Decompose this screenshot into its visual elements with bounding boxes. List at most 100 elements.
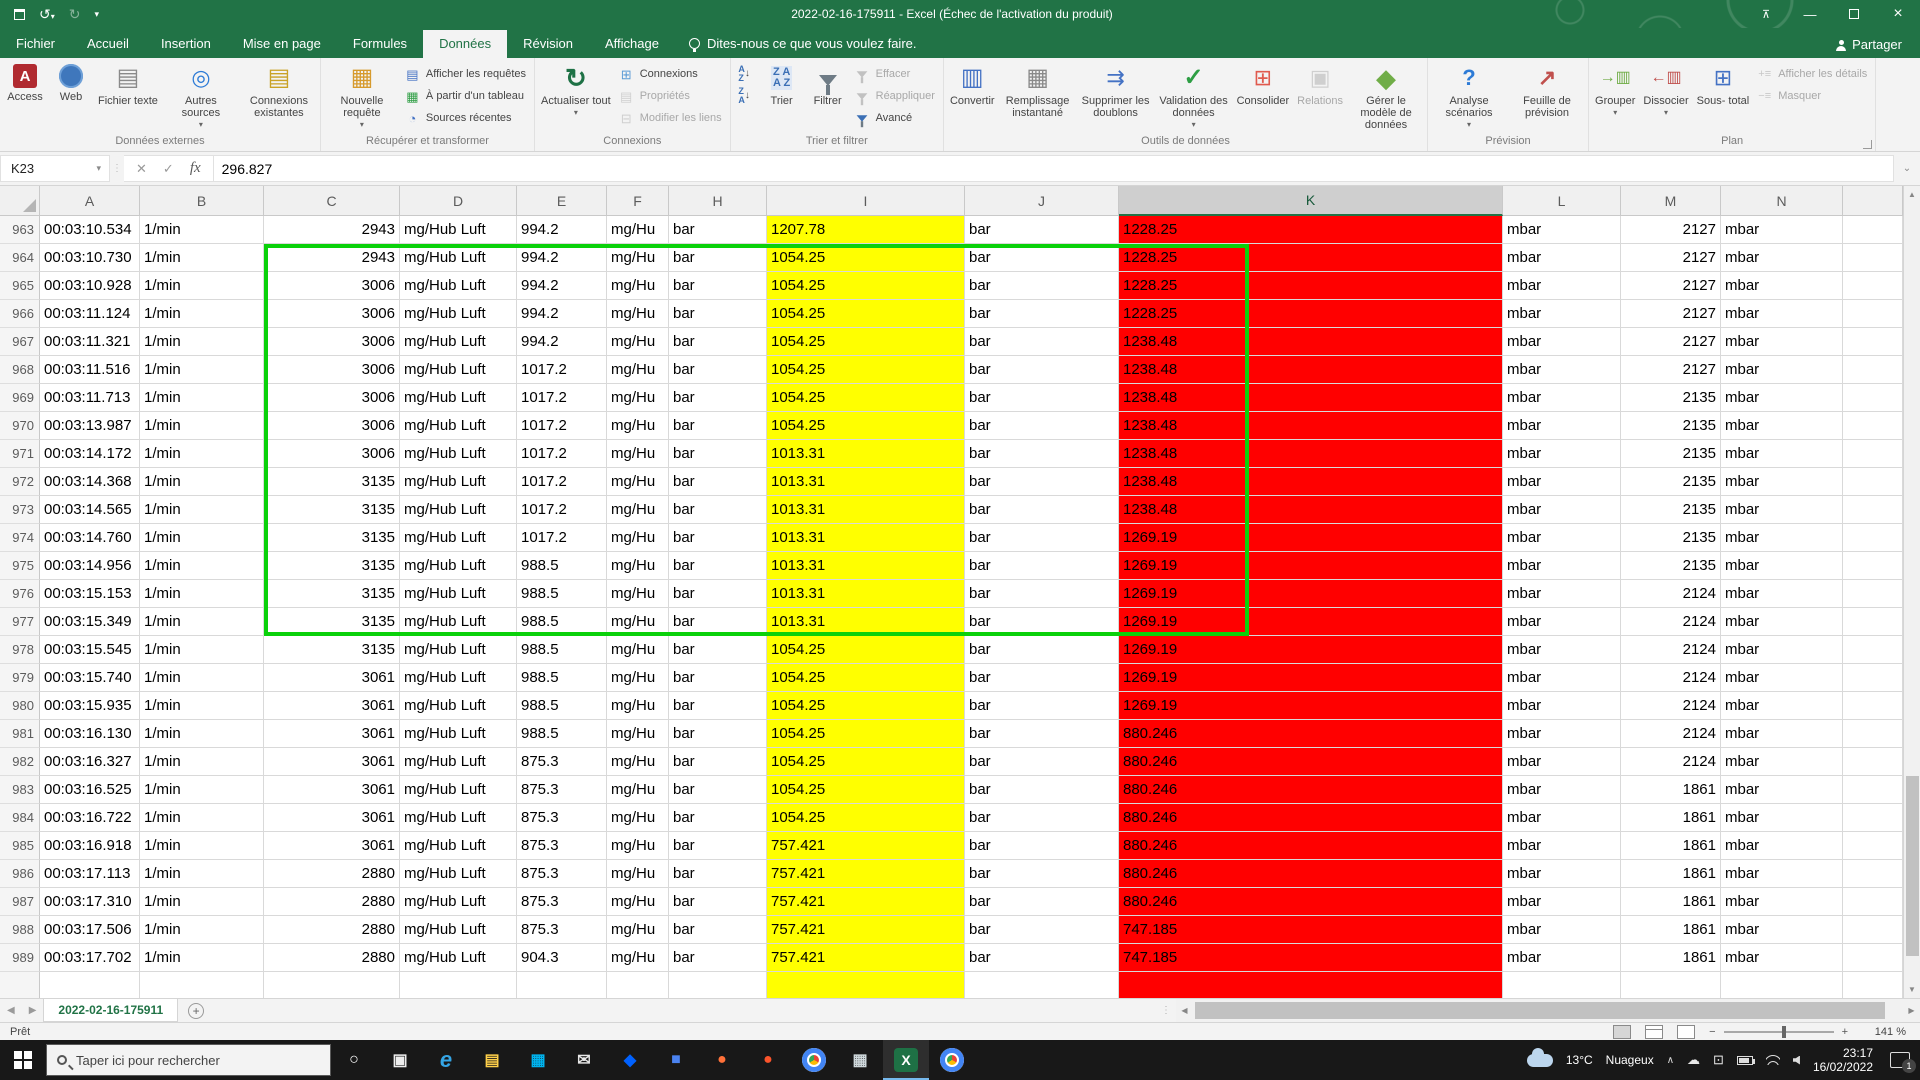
cell-J964[interactable]: bar bbox=[965, 244, 1119, 272]
cell-C965[interactable]: 3006 bbox=[264, 272, 400, 300]
ribbon-button-dissocier[interactable]: ←▥Dissocier▾ bbox=[1639, 60, 1692, 133]
ribbon-button-g-rer-le-mod-le-de-donn-es[interactable]: ◆Gérer le modèle de données bbox=[1347, 60, 1425, 133]
row-header-972[interactable]: 972 bbox=[0, 468, 40, 496]
cell-B979[interactable]: 1/min bbox=[140, 664, 264, 692]
cell-H970[interactable]: bar bbox=[669, 412, 767, 440]
cell-N983[interactable]: mbar bbox=[1721, 776, 1843, 804]
cell-L986[interactable]: mbar bbox=[1503, 860, 1621, 888]
redo-icon[interactable]: ↻ bbox=[69, 7, 81, 21]
cell-D967[interactable]: mg/Hub Luft bbox=[400, 328, 517, 356]
cell-B965[interactable]: 1/min bbox=[140, 272, 264, 300]
cell-J986[interactable]: bar bbox=[965, 860, 1119, 888]
cell-974[interactable] bbox=[1843, 524, 1903, 552]
cell-F975[interactable]: mg/Hu bbox=[607, 552, 669, 580]
cell-A974[interactable]: 00:03:14.760 bbox=[40, 524, 140, 552]
cell-J967[interactable]: bar bbox=[965, 328, 1119, 356]
cell-A985[interactable]: 00:03:16.918 bbox=[40, 832, 140, 860]
cell-968[interactable] bbox=[1843, 356, 1903, 384]
cell-971[interactable] bbox=[1843, 440, 1903, 468]
share-button[interactable]: Partager bbox=[1818, 37, 1920, 58]
cell-977[interactable] bbox=[1843, 608, 1903, 636]
cell-A968[interactable]: 00:03:11.516 bbox=[40, 356, 140, 384]
cell-H968[interactable]: bar bbox=[669, 356, 767, 384]
cell-K964[interactable]: 1228.25 bbox=[1119, 244, 1503, 272]
zoom-slider-thumb[interactable] bbox=[1782, 1026, 1786, 1038]
cell-M984[interactable]: 1861 bbox=[1621, 804, 1721, 832]
ribbon-button-feuille-de-pr-vision[interactable]: ↗Feuille de prévision bbox=[1508, 60, 1586, 133]
cell-K972[interactable]: 1238.48 bbox=[1119, 468, 1503, 496]
cell-F965[interactable]: mg/Hu bbox=[607, 272, 669, 300]
cell-C986[interactable]: 2880 bbox=[264, 860, 400, 888]
cell-B973[interactable]: 1/min bbox=[140, 496, 264, 524]
cell-F988[interactable]: mg/Hu bbox=[607, 916, 669, 944]
cell-A964[interactable]: 00:03:10.730 bbox=[40, 244, 140, 272]
cell-D979[interactable]: mg/Hub Luft bbox=[400, 664, 517, 692]
cell-E985[interactable]: 875.3 bbox=[517, 832, 607, 860]
cell-H982[interactable]: bar bbox=[669, 748, 767, 776]
cell-C975[interactable]: 3135 bbox=[264, 552, 400, 580]
horizontal-scrollbar[interactable] bbox=[1193, 999, 1903, 1022]
cell-A971[interactable]: 00:03:14.172 bbox=[40, 440, 140, 468]
cell-H975[interactable]: bar bbox=[669, 552, 767, 580]
cell-H964[interactable]: bar bbox=[669, 244, 767, 272]
column-header-H[interactable]: H bbox=[669, 186, 767, 216]
tab-scrollbar-gripper[interactable]: ⋮ bbox=[1157, 1005, 1176, 1016]
row-header-966[interactable]: 966 bbox=[0, 300, 40, 328]
cell-L984[interactable]: mbar bbox=[1503, 804, 1621, 832]
cell-L967[interactable]: mbar bbox=[1503, 328, 1621, 356]
cell-A977[interactable]: 00:03:15.349 bbox=[40, 608, 140, 636]
cell-J983[interactable]: bar bbox=[965, 776, 1119, 804]
cell-M967[interactable]: 2127 bbox=[1621, 328, 1721, 356]
taskbar-chrome-profile-icon[interactable] bbox=[929, 1040, 975, 1080]
cell-D985[interactable]: mg/Hub Luft bbox=[400, 832, 517, 860]
taskbar-edge-icon[interactable]: e bbox=[423, 1040, 469, 1080]
cell-E983[interactable]: 875.3 bbox=[517, 776, 607, 804]
save-icon[interactable] bbox=[14, 9, 25, 20]
cell-988[interactable] bbox=[1843, 916, 1903, 944]
cell-N974[interactable]: mbar bbox=[1721, 524, 1843, 552]
cell-985[interactable] bbox=[1843, 832, 1903, 860]
cell-H969[interactable]: bar bbox=[669, 384, 767, 412]
cell-I967[interactable]: 1054.25 bbox=[767, 328, 965, 356]
cell-970[interactable] bbox=[1843, 412, 1903, 440]
cell-L985[interactable]: mbar bbox=[1503, 832, 1621, 860]
row-header-978[interactable]: 978 bbox=[0, 636, 40, 664]
cell-L980[interactable]: mbar bbox=[1503, 692, 1621, 720]
cell-M966[interactable]: 2127 bbox=[1621, 300, 1721, 328]
cell-D975[interactable]: mg/Hub Luft bbox=[400, 552, 517, 580]
cell-980[interactable] bbox=[1843, 692, 1903, 720]
cell-N964[interactable]: mbar bbox=[1721, 244, 1843, 272]
cell-C970[interactable]: 3006 bbox=[264, 412, 400, 440]
cell-M977[interactable]: 2124 bbox=[1621, 608, 1721, 636]
row-header-965[interactable]: 965 bbox=[0, 272, 40, 300]
cell-L975[interactable]: mbar bbox=[1503, 552, 1621, 580]
cell-N982[interactable]: mbar bbox=[1721, 748, 1843, 776]
cell-F968[interactable]: mg/Hu bbox=[607, 356, 669, 384]
cell-I986[interactable]: 757.421 bbox=[767, 860, 965, 888]
weather-cloud-icon[interactable] bbox=[1527, 1054, 1553, 1067]
sheet-nav-right-icon[interactable]: ▶ bbox=[22, 1005, 44, 1016]
taskbar-excel-icon[interactable]: X bbox=[883, 1040, 929, 1080]
cell-I982[interactable]: 1054.25 bbox=[767, 748, 965, 776]
cell-975[interactable] bbox=[1843, 552, 1903, 580]
ribbon-button-connexions-existantes[interactable]: ▤Connexions existantes bbox=[240, 60, 318, 133]
cell-N973[interactable]: mbar bbox=[1721, 496, 1843, 524]
ribbon-button-nouvelle-requ-te[interactable]: ▦Nouvelle requête▾ bbox=[323, 60, 401, 133]
cell-D973[interactable]: mg/Hub Luft bbox=[400, 496, 517, 524]
cell-N986[interactable]: mbar bbox=[1721, 860, 1843, 888]
cell-B989[interactable]: 1/min bbox=[140, 944, 264, 972]
cell-J987[interactable]: bar bbox=[965, 888, 1119, 916]
cell-D971[interactable]: mg/Hub Luft bbox=[400, 440, 517, 468]
ribbon-tab-fichier[interactable]: Fichier bbox=[0, 30, 71, 58]
cell-M975[interactable]: 2135 bbox=[1621, 552, 1721, 580]
cell-964[interactable] bbox=[1843, 244, 1903, 272]
cell-966[interactable] bbox=[1843, 300, 1903, 328]
cell-I974[interactable]: 1013.31 bbox=[767, 524, 965, 552]
cell-D965[interactable]: mg/Hub Luft bbox=[400, 272, 517, 300]
cell-H985[interactable]: bar bbox=[669, 832, 767, 860]
action-center-icon[interactable]: 1 bbox=[1890, 1052, 1910, 1068]
cell-H971[interactable]: bar bbox=[669, 440, 767, 468]
cell-C984[interactable]: 3061 bbox=[264, 804, 400, 832]
cell-I976[interactable]: 1013.31 bbox=[767, 580, 965, 608]
cell-K971[interactable]: 1238.48 bbox=[1119, 440, 1503, 468]
